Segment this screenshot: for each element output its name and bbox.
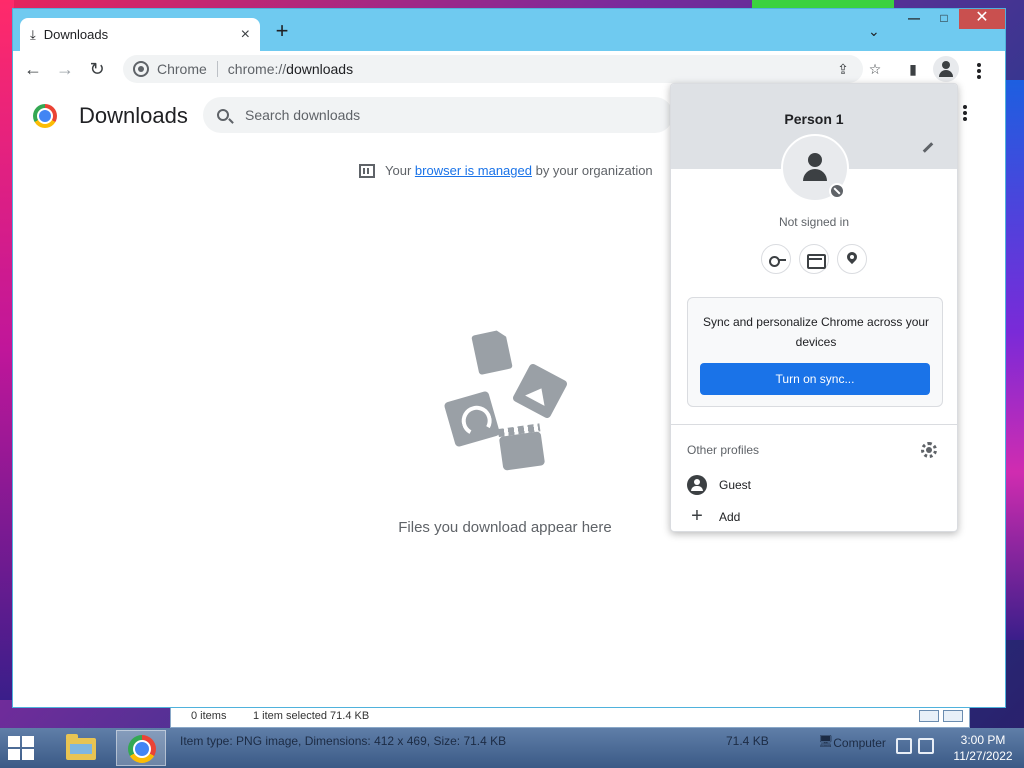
empty-state-message: Files you download appear here [398,519,612,536]
video-icon [498,431,546,471]
search-icon [217,109,229,121]
gear-icon[interactable] [921,442,937,458]
empty-downloads-illustration [433,328,573,492]
chrome-icon [128,735,156,763]
sync-off-icon [829,183,845,199]
tab-search-icon[interactable]: ⌄ [868,23,880,40]
wallpaper-accent [752,0,894,8]
title-bar: ⤓ Downloads × + ⌄ — □ ✕ [13,9,1005,51]
sign-in-status: Not signed in [778,215,850,229]
toolbar: ← → ↻ Chrome chrome://downloads ⇪ ☆ ▮ [13,51,1005,87]
volume-icon[interactable] [918,738,934,754]
sync-promo-text: Sync and personalize Chrome across your … [702,315,930,349]
system-tray [896,738,934,754]
minimize-button[interactable]: — [899,9,929,29]
explorer-selection: 1 item selected 71.4 KB [253,710,370,722]
maximize-button[interactable]: □ [929,9,959,29]
omnibox-divider [216,61,218,77]
reload-button[interactable]: ↻ [85,57,109,81]
profile-item-label: Guest [719,478,752,492]
details-view-icon[interactable] [919,710,939,722]
explorer-status-bar: Item type: PNG image, Dimensions: 412 x … [170,732,910,752]
image-icon [511,362,569,420]
close-button[interactable]: ✕ [959,9,1005,29]
window-controls: — □ ✕ [899,9,1005,29]
back-button[interactable]: ← [21,57,45,81]
clock-date: 11/27/2022 [953,749,1013,763]
download-icon: ⤓ [30,26,36,42]
profile-avatar-button[interactable] [933,56,959,82]
audio-icon [443,390,501,448]
page-title: Downloads [79,103,188,128]
profile-item-label: Add [719,510,741,524]
profile-item-guest[interactable]: Guest [687,475,751,495]
chrome-site-icon[interactable] [133,61,149,77]
building-icon [359,163,375,178]
credit-card-icon[interactable] [799,244,829,274]
chrome-menu-icon[interactable] [967,57,991,81]
bookmark-star-icon[interactable]: ☆ [863,57,887,81]
side-panel-icon[interactable]: ▮ [901,57,925,81]
clock-time: 3:00 PM [960,733,1006,747]
tab-close-icon[interactable]: × [241,26,250,44]
computer-location: 🖥 Computer [818,734,886,750]
managed-notice: Your browser is managed by your organiza… [359,163,653,178]
clock[interactable]: 3:00 PM 11/27/2022 [948,732,1018,764]
location-pin-icon[interactable] [837,244,867,274]
search-input[interactable] [245,107,625,123]
profile-name: Person 1 [784,111,844,127]
explorer-items-count: 0 items [191,710,227,722]
forward-button[interactable]: → [53,57,77,81]
tab-title: Downloads [43,27,109,42]
item-size: 71.4 KB [726,734,769,748]
tab-downloads[interactable]: ⤓ Downloads × [20,18,260,51]
search-downloads[interactable] [203,97,673,133]
url-text: chrome://downloads [227,61,354,77]
chrome-taskbar-button[interactable] [116,730,166,766]
file-explorer-taskbar-button[interactable] [56,730,106,766]
item-details: Item type: PNG image, Dimensions: 412 x … [180,734,507,748]
new-tab-button[interactable]: + [271,20,293,43]
managed-link[interactable]: browser is managed [415,163,532,178]
chrome-logo-icon [33,104,57,128]
guest-icon [687,475,707,495]
profile-item-add[interactable]: + Add [687,505,741,527]
folder-icon [66,734,96,760]
explorer-view-buttons [919,710,963,722]
downloads-menu-icon[interactable] [959,105,971,125]
profile-icon [942,61,950,69]
turn-on-sync-button[interactable]: Turn on sync... [700,363,930,395]
file-icon [471,328,513,376]
profile-menu: Person 1 Not signed in Sync and personal… [670,83,958,532]
taskbar: Item type: PNG image, Dimensions: 412 x … [0,728,1024,768]
other-profiles-label: Other profiles [687,443,760,457]
quick-links [761,244,867,274]
share-icon[interactable]: ⇪ [831,57,855,81]
divider [671,424,957,425]
tiles-view-icon[interactable] [943,710,963,722]
site-scheme-label: Chrome [157,61,207,77]
sync-promo: Sync and personalize Chrome across your … [687,297,943,407]
address-bar[interactable]: Chrome chrome://downloads [123,55,863,83]
edit-pencil-icon[interactable] [919,139,937,157]
key-icon[interactable] [761,244,791,274]
background-explorer-window[interactable]: 0 items 1 item selected 71.4 KB [170,706,970,728]
windows-start-icon[interactable] [8,736,38,762]
add-icon: + [691,505,703,527]
network-icon[interactable] [896,738,912,754]
